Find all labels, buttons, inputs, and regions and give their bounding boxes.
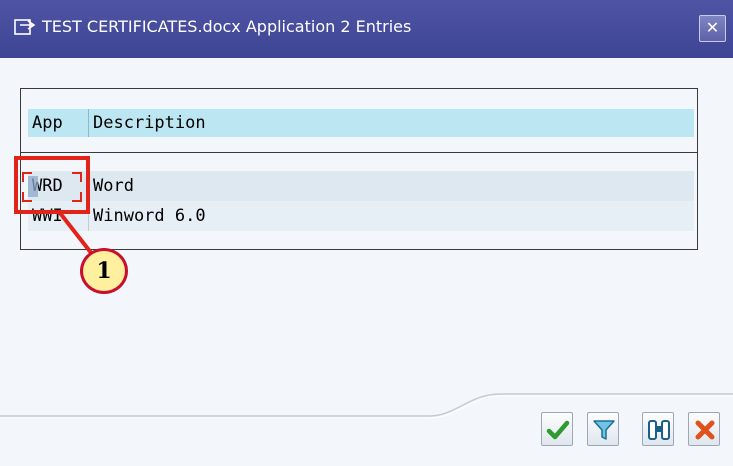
dialog-window: TEST CERTIFICATES.docx Application 2 Ent… xyxy=(0,0,733,466)
filter-icon xyxy=(593,420,615,440)
find-button[interactable] xyxy=(642,412,674,446)
cancel-icon xyxy=(695,420,715,440)
confirm-button[interactable] xyxy=(541,412,573,446)
cancel-button[interactable] xyxy=(688,412,720,446)
filter-button[interactable] xyxy=(587,412,619,446)
footer-divider xyxy=(0,393,733,419)
checkmark-icon xyxy=(546,420,570,440)
callout-badge: 1 xyxy=(80,248,128,294)
binoculars-icon xyxy=(648,420,670,440)
